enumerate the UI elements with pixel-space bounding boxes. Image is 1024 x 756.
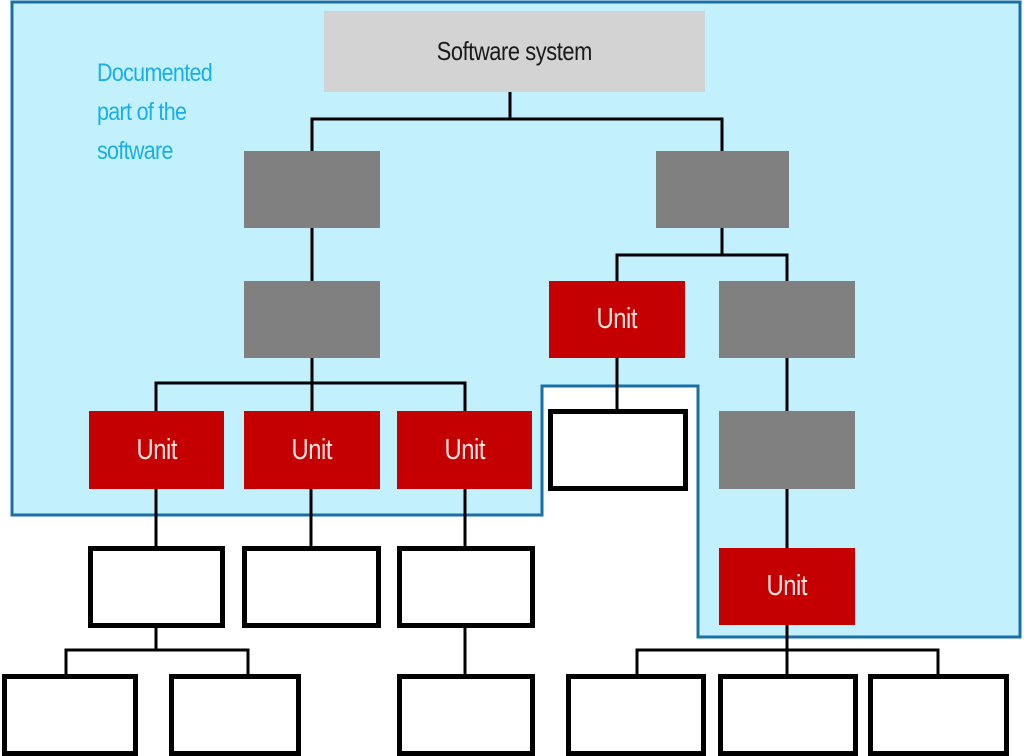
leaf-node xyxy=(397,674,535,756)
unit-label: Unit xyxy=(136,433,177,466)
root-node: Software system xyxy=(324,11,705,92)
module-node xyxy=(244,281,380,358)
documented-region-label: Documented part of the software xyxy=(97,54,217,171)
unit-label: Unit xyxy=(291,433,333,466)
unit-node: Unit xyxy=(549,281,685,358)
unit-node: Unit xyxy=(719,548,855,625)
leaf-node xyxy=(2,674,138,756)
module-node xyxy=(719,411,855,489)
unit-node: Unit xyxy=(89,411,224,489)
unit-node: Unit xyxy=(244,411,380,489)
region-label-line-2: part of the xyxy=(97,98,187,126)
leaf-node xyxy=(868,674,1009,756)
leaf-node xyxy=(718,674,858,756)
region-label-line-1: Documented xyxy=(97,59,213,87)
root-label: Software system xyxy=(436,36,593,66)
leaf-node xyxy=(242,546,381,628)
leaf-node xyxy=(169,674,301,756)
leaf-node xyxy=(397,546,535,628)
unit-node: Unit xyxy=(397,411,532,489)
leaf-node xyxy=(548,409,688,491)
leaf-node xyxy=(566,674,706,756)
unit-label: Unit xyxy=(766,570,808,602)
module-node xyxy=(244,151,380,228)
connector xyxy=(64,626,250,676)
module-node xyxy=(656,151,789,228)
module-node xyxy=(719,281,855,358)
leaf-node xyxy=(88,546,225,628)
unit-label: Unit xyxy=(444,433,485,466)
region-label-line-3: software xyxy=(97,137,173,165)
unit-label: Unit xyxy=(596,303,638,335)
